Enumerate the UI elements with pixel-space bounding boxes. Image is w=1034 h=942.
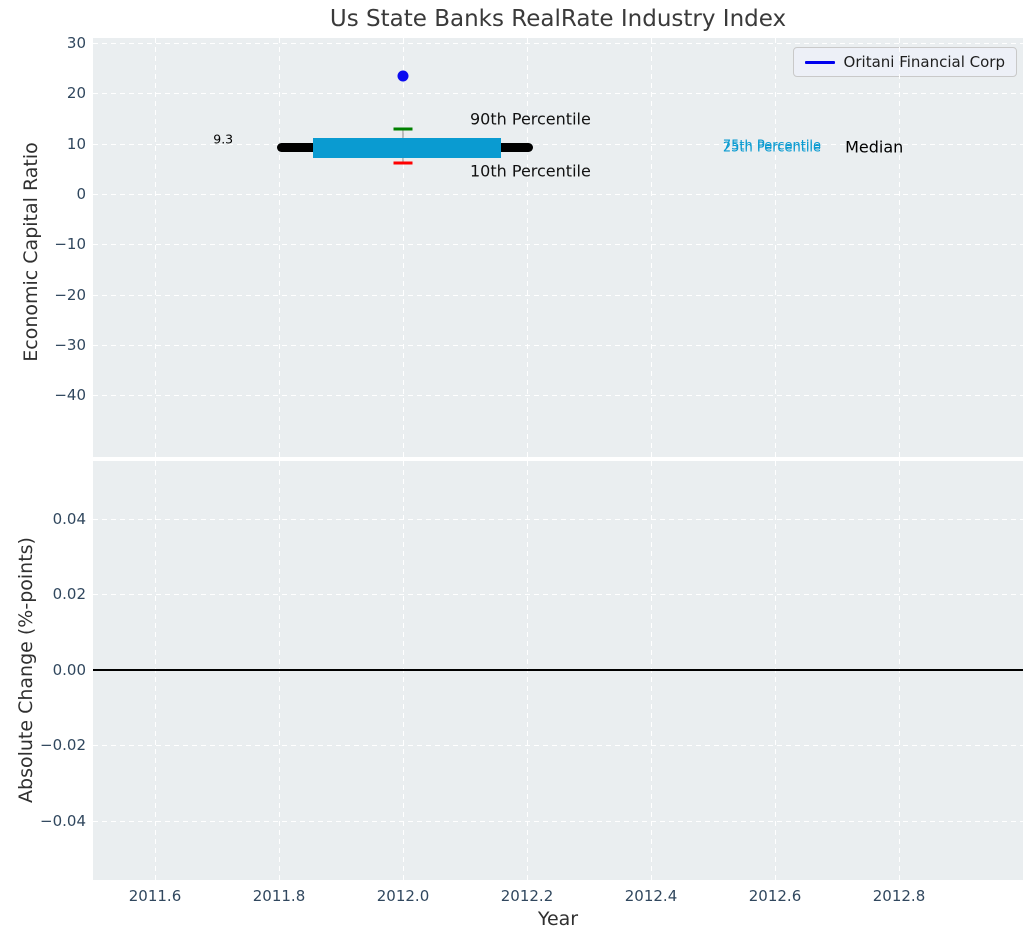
legend-line-sample [805, 61, 835, 64]
top-axes: Oritani Financial Corp 9.3 90th Percentil… [93, 38, 1023, 457]
y-tick-label: −10 [54, 235, 86, 253]
x-tick-label: 2012.0 [377, 887, 430, 905]
legend: Oritani Financial Corp [793, 47, 1017, 77]
y-tick-label: 20 [67, 84, 86, 102]
x-tick-label: 2012.8 [873, 887, 926, 905]
y-gridline [93, 519, 1023, 520]
x-tick-label: 2012.6 [749, 887, 802, 905]
y-gridline [93, 745, 1023, 746]
y-tick-label: 0 [76, 185, 86, 203]
x-axis-label: Year [538, 908, 578, 930]
y-tick-label: −0.02 [40, 736, 86, 754]
y-tick-label: −30 [54, 336, 86, 354]
bottom-y-axis-label: Absolute Change (%-points) [15, 537, 37, 803]
y-gridline [93, 821, 1023, 822]
y-tick-label: 0.02 [53, 585, 86, 603]
p90-cap [394, 128, 413, 131]
y-tick-label: −0.04 [40, 812, 86, 830]
y-gridline [93, 295, 1023, 296]
x-tick-label: 2011.8 [253, 887, 306, 905]
y-tick-label: −20 [54, 286, 86, 304]
company-data-point [398, 71, 409, 82]
y-tick-label: 0.04 [53, 510, 86, 528]
y-gridline [93, 43, 1023, 44]
figure: Us State Banks RealRate Industry Index E… [0, 0, 1034, 942]
y-gridline [93, 594, 1023, 595]
y-gridline [93, 244, 1023, 245]
annotation-9-3: 9.3 [213, 132, 233, 147]
annotation-90th-percentile: 90th Percentile [470, 110, 591, 129]
p10-cap [394, 161, 413, 164]
y-tick-label: 0.00 [53, 661, 86, 679]
y-tick-label: −40 [54, 386, 86, 404]
x-tick-label: 2011.6 [129, 887, 182, 905]
interquartile-band [313, 138, 501, 158]
top-y-axis-label: Economic Capital Ratio [20, 142, 42, 361]
legend-label: Oritani Financial Corp [844, 53, 1005, 71]
zero-line [93, 669, 1023, 671]
annotation-median: Median [845, 138, 903, 157]
chart-title: Us State Banks RealRate Industry Index [330, 6, 786, 32]
y-gridline [93, 395, 1023, 396]
y-gridline [93, 345, 1023, 346]
x-tick-label: 2012.2 [501, 887, 554, 905]
annotation-10th-percentile: 10th Percentile [470, 162, 591, 181]
bottom-axes [93, 461, 1023, 880]
y-gridline [93, 194, 1023, 195]
y-tick-label: 30 [67, 34, 86, 52]
x-tick-label: 2012.4 [625, 887, 678, 905]
annotation-25th-percentile: 25th Percentile [723, 140, 821, 155]
y-gridline [93, 93, 1023, 94]
y-tick-label: 10 [67, 135, 86, 153]
